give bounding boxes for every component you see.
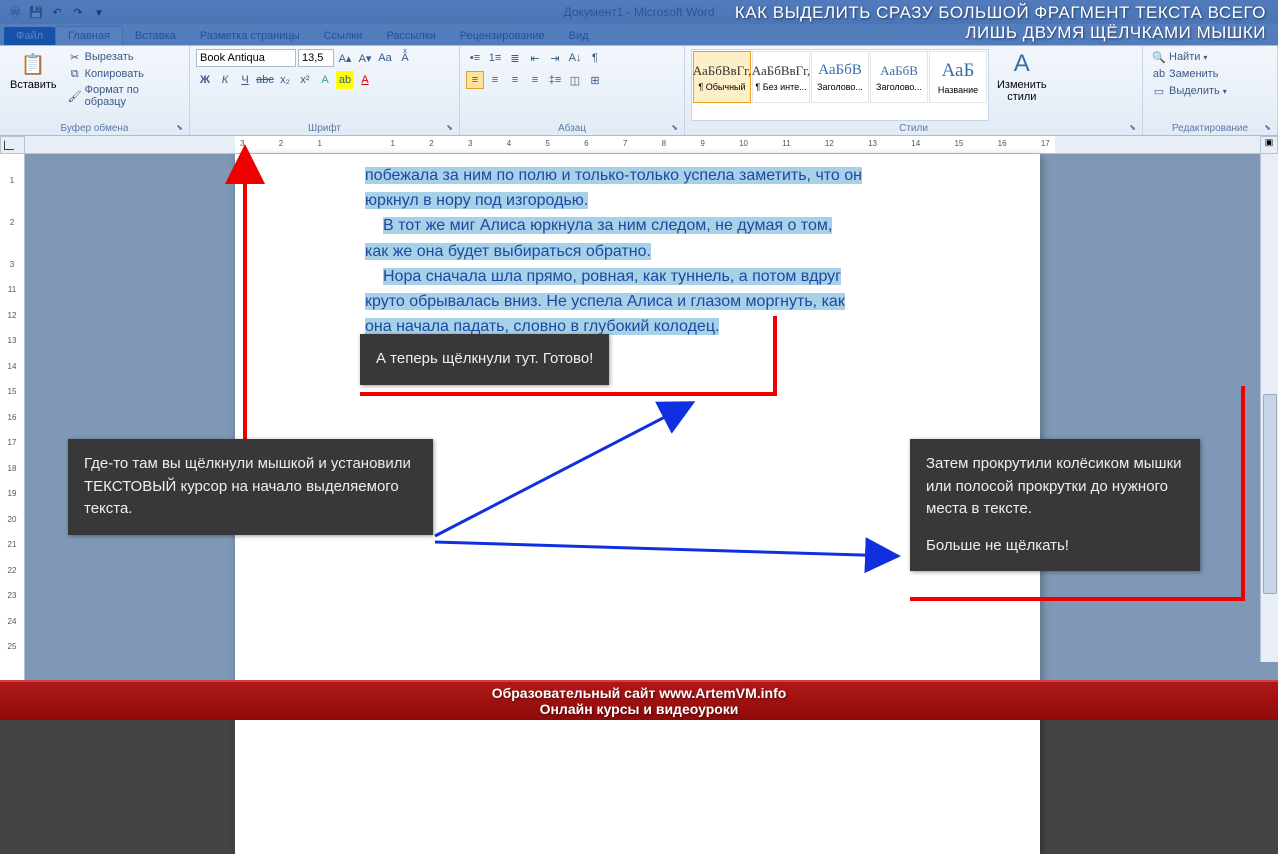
align-center-icon[interactable]: ≡ bbox=[486, 71, 504, 89]
format-painter-button[interactable]: 🖌Формат по образцу bbox=[65, 83, 183, 109]
grow-font-icon[interactable]: A▴ bbox=[336, 49, 354, 67]
ruler-corner[interactable]: ∟ bbox=[0, 136, 25, 154]
group-editing-label: Редактирование bbox=[1149, 121, 1271, 134]
brush-icon: 🖌 bbox=[68, 89, 82, 103]
group-paragraph: •≡ 1≡ ≣ ⇤ ⇥ A↓ ¶ ≡ ≡ ≡ ≡ ‡≡ ◫ ⊞ Абзац bbox=[460, 46, 685, 135]
footer-line1: Образовательный сайт www.ArtemVM.info bbox=[492, 685, 787, 701]
style-heading1[interactable]: АаБбВЗаголово... bbox=[811, 51, 869, 103]
change-case-icon[interactable]: Aa bbox=[376, 49, 394, 67]
superscript-button[interactable]: x² bbox=[296, 71, 314, 89]
vertical-scrollbar[interactable] bbox=[1260, 154, 1278, 662]
group-editing: 🔍Найти▾ abЗаменить ▭Выделить▾ Редактиров… bbox=[1143, 46, 1278, 135]
align-left-icon[interactable]: ≡ bbox=[466, 71, 484, 89]
group-clipboard: 📋 Вставить ✂Вырезать ⧉Копировать 🖌Формат… bbox=[0, 46, 190, 135]
group-font-label: Шрифт bbox=[196, 121, 453, 134]
banner-line1: КАК ВЫДЕЛИТЬ СРАЗУ БОЛЬШОЙ ФРАГМЕНТ ТЕКС… bbox=[735, 3, 1266, 23]
find-button[interactable]: 🔍Найти▾ bbox=[1149, 49, 1230, 65]
tutorial-footer: Образовательный сайт www.ArtemVM.info Он… bbox=[0, 680, 1278, 720]
borders-icon[interactable]: ⊞ bbox=[586, 71, 604, 89]
justify-icon[interactable]: ≡ bbox=[526, 71, 544, 89]
highlight-icon[interactable]: ab bbox=[336, 71, 354, 89]
change-styles-icon: A bbox=[1009, 51, 1035, 77]
style-nospacing[interactable]: АаБбВвГг,¶ Без инте... bbox=[752, 51, 810, 103]
paste-button[interactable]: 📋 Вставить bbox=[6, 49, 61, 121]
group-clipboard-label: Буфер обмена bbox=[6, 121, 183, 134]
footer-line2: Онлайн курсы и видеоуроки bbox=[540, 701, 739, 717]
shrink-font-icon[interactable]: A▾ bbox=[356, 49, 374, 67]
strike-button[interactable]: abc bbox=[256, 71, 274, 89]
annotation-click-here: А теперь щёлкнули тут. Готово! bbox=[360, 334, 609, 385]
replace-button[interactable]: abЗаменить bbox=[1149, 66, 1230, 82]
numbering-icon[interactable]: 1≡ bbox=[486, 49, 504, 67]
font-name-select[interactable] bbox=[196, 49, 296, 67]
line-spacing-icon[interactable]: ‡≡ bbox=[546, 71, 564, 89]
show-marks-icon[interactable]: ¶ bbox=[586, 49, 604, 67]
tutorial-banner: КАК ВЫДЕЛИТЬ СРАЗУ БОЛЬШОЙ ФРАГМЕНТ ТЕКС… bbox=[0, 0, 1278, 45]
replace-icon: ab bbox=[1152, 67, 1166, 81]
bold-button[interactable]: Ж bbox=[196, 71, 214, 89]
bullets-icon[interactable]: •≡ bbox=[466, 49, 484, 67]
subscript-button[interactable]: x₂ bbox=[276, 71, 294, 89]
group-styles-label: Стили bbox=[691, 121, 1136, 134]
styles-gallery[interactable]: АаБбВвГг,¶ Обычный АаБбВвГг,¶ Без инте..… bbox=[691, 49, 989, 121]
banner-line2: ЛИШЬ ДВУМЯ ЩЁЛЧКАМИ МЫШКИ bbox=[965, 23, 1266, 43]
font-size-select[interactable] bbox=[298, 49, 334, 67]
style-title[interactable]: АаБНазвание bbox=[929, 51, 987, 103]
hruler-numbers: 3211234567891011121314151617 bbox=[235, 139, 1055, 148]
cut-icon: ✂ bbox=[68, 50, 82, 64]
text-effects-icon[interactable]: A bbox=[316, 71, 334, 89]
indent-icon[interactable]: ⇥ bbox=[546, 49, 564, 67]
clear-format-icon[interactable]: Aͯ bbox=[396, 49, 414, 67]
align-right-icon[interactable]: ≡ bbox=[506, 71, 524, 89]
vertical-ruler[interactable]: 123111213141516171819202122232425 bbox=[0, 154, 25, 680]
group-styles: АаБбВвГг,¶ Обычный АаБбВвГг,¶ Без инте..… bbox=[685, 46, 1143, 135]
paste-icon: 📋 bbox=[20, 51, 46, 77]
workspace: ∟ 3211234567891011121314151617 ▣ 1231112… bbox=[0, 136, 1278, 680]
change-styles-button[interactable]: A Изменить стили bbox=[993, 49, 1051, 121]
shading-icon[interactable]: ◫ bbox=[566, 71, 584, 89]
italic-button[interactable]: К bbox=[216, 71, 234, 89]
ruler-toggle-icon[interactable]: ▣ bbox=[1260, 136, 1278, 154]
vruler-numbers: 123111213141516171819202122232425 bbox=[0, 154, 24, 651]
group-font: A▴ A▾ Aa Aͯ Ж К Ч abc x₂ x² A ab A Шрифт bbox=[190, 46, 460, 135]
underline-button[interactable]: Ч bbox=[236, 71, 254, 89]
cut-button[interactable]: ✂Вырезать bbox=[65, 49, 183, 65]
select-icon: ▭ bbox=[1152, 84, 1166, 98]
select-button[interactable]: ▭Выделить▾ bbox=[1149, 83, 1230, 99]
copy-button[interactable]: ⧉Копировать bbox=[65, 66, 183, 82]
ribbon: 📋 Вставить ✂Вырезать ⧉Копировать 🖌Формат… bbox=[0, 46, 1278, 136]
font-color-icon[interactable]: A bbox=[356, 71, 374, 89]
scrollbar-thumb[interactable] bbox=[1263, 394, 1277, 594]
style-normal[interactable]: АаБбВвГг,¶ Обычный bbox=[693, 51, 751, 103]
annotation-first-click: Где-то там вы щёлкнули мышкой и установи… bbox=[68, 439, 433, 535]
sort-icon[interactable]: A↓ bbox=[566, 49, 584, 67]
group-paragraph-label: Абзац bbox=[466, 121, 678, 134]
multilevel-icon[interactable]: ≣ bbox=[506, 49, 524, 67]
horizontal-ruler[interactable]: 3211234567891011121314151617 bbox=[25, 136, 1260, 154]
find-icon: 🔍 bbox=[1152, 50, 1166, 64]
annotation-scroll: Затем прокрутили колёсиком мышки или пол… bbox=[910, 439, 1200, 571]
copy-icon: ⧉ bbox=[68, 67, 82, 81]
style-heading2[interactable]: АаБбВЗаголово... bbox=[870, 51, 928, 103]
outdent-icon[interactable]: ⇤ bbox=[526, 49, 544, 67]
document-text[interactable]: побежала за ним по полю и только-только … bbox=[235, 154, 1040, 350]
